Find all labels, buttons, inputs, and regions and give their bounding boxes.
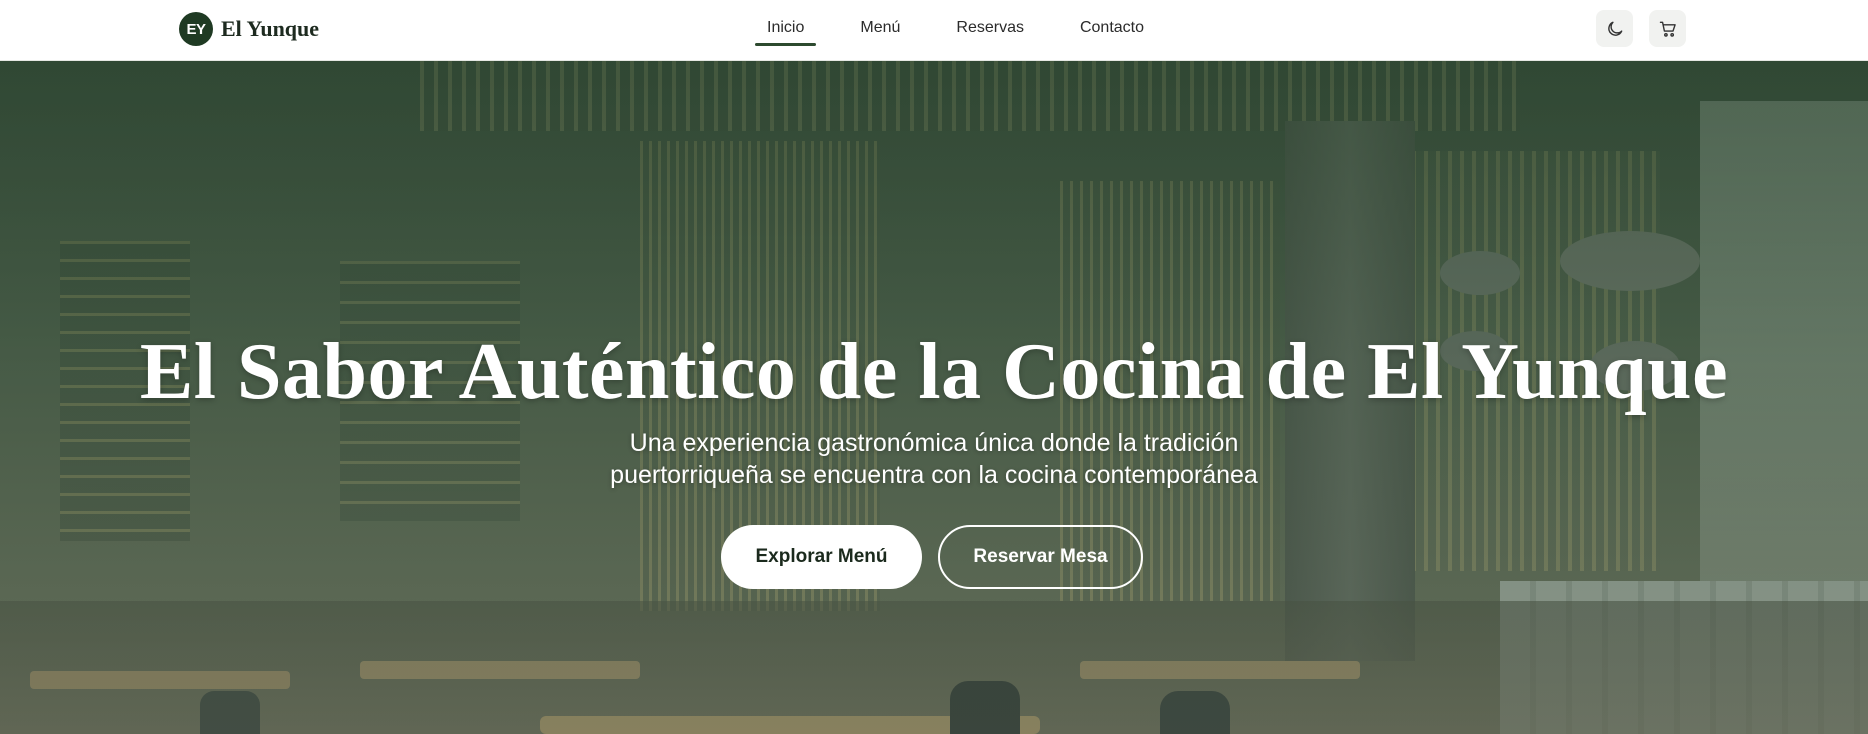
brand-name: El Yunque	[221, 16, 320, 41]
header-actions	[1596, 10, 1686, 47]
main-nav: Inicio Menú Reservas Contacto	[755, 0, 1188, 61]
brand-logo[interactable]: EY El Yunque	[179, 12, 319, 46]
brand-badge: EY	[179, 12, 213, 46]
hero-subtitle: Una experiencia gastronómica única donde…	[560, 427, 1308, 491]
theme-toggle-button[interactable]	[1596, 10, 1633, 47]
hero-subtitle-line2: puertorriqueña se encuentra con la cocin…	[610, 461, 1258, 489]
hero-section: El Sabor Auténtico de la Cocina de El Yu…	[0, 61, 1868, 734]
cart-icon	[1659, 21, 1676, 37]
explore-menu-button[interactable]: Explorar Menú	[721, 525, 922, 589]
cart-button[interactable]	[1649, 10, 1686, 47]
moon-icon	[1607, 21, 1622, 36]
nav-item-reservas[interactable]: Reservas	[944, 0, 1036, 56]
nav-item-menu[interactable]: Menú	[848, 0, 912, 56]
nav-item-contacto[interactable]: Contacto	[1068, 0, 1156, 56]
nav-item-inicio[interactable]: Inicio	[755, 0, 817, 56]
hero-title: El Sabor Auténtico de la Cocina de El Yu…	[139, 328, 1729, 416]
hero-subtitle-line1: Una experiencia gastronómica única donde…	[629, 429, 1239, 457]
site-header: EY El Yunque Inicio Menú Reservas Contac…	[0, 0, 1868, 61]
reserve-table-button[interactable]: Reservar Mesa	[938, 525, 1143, 589]
